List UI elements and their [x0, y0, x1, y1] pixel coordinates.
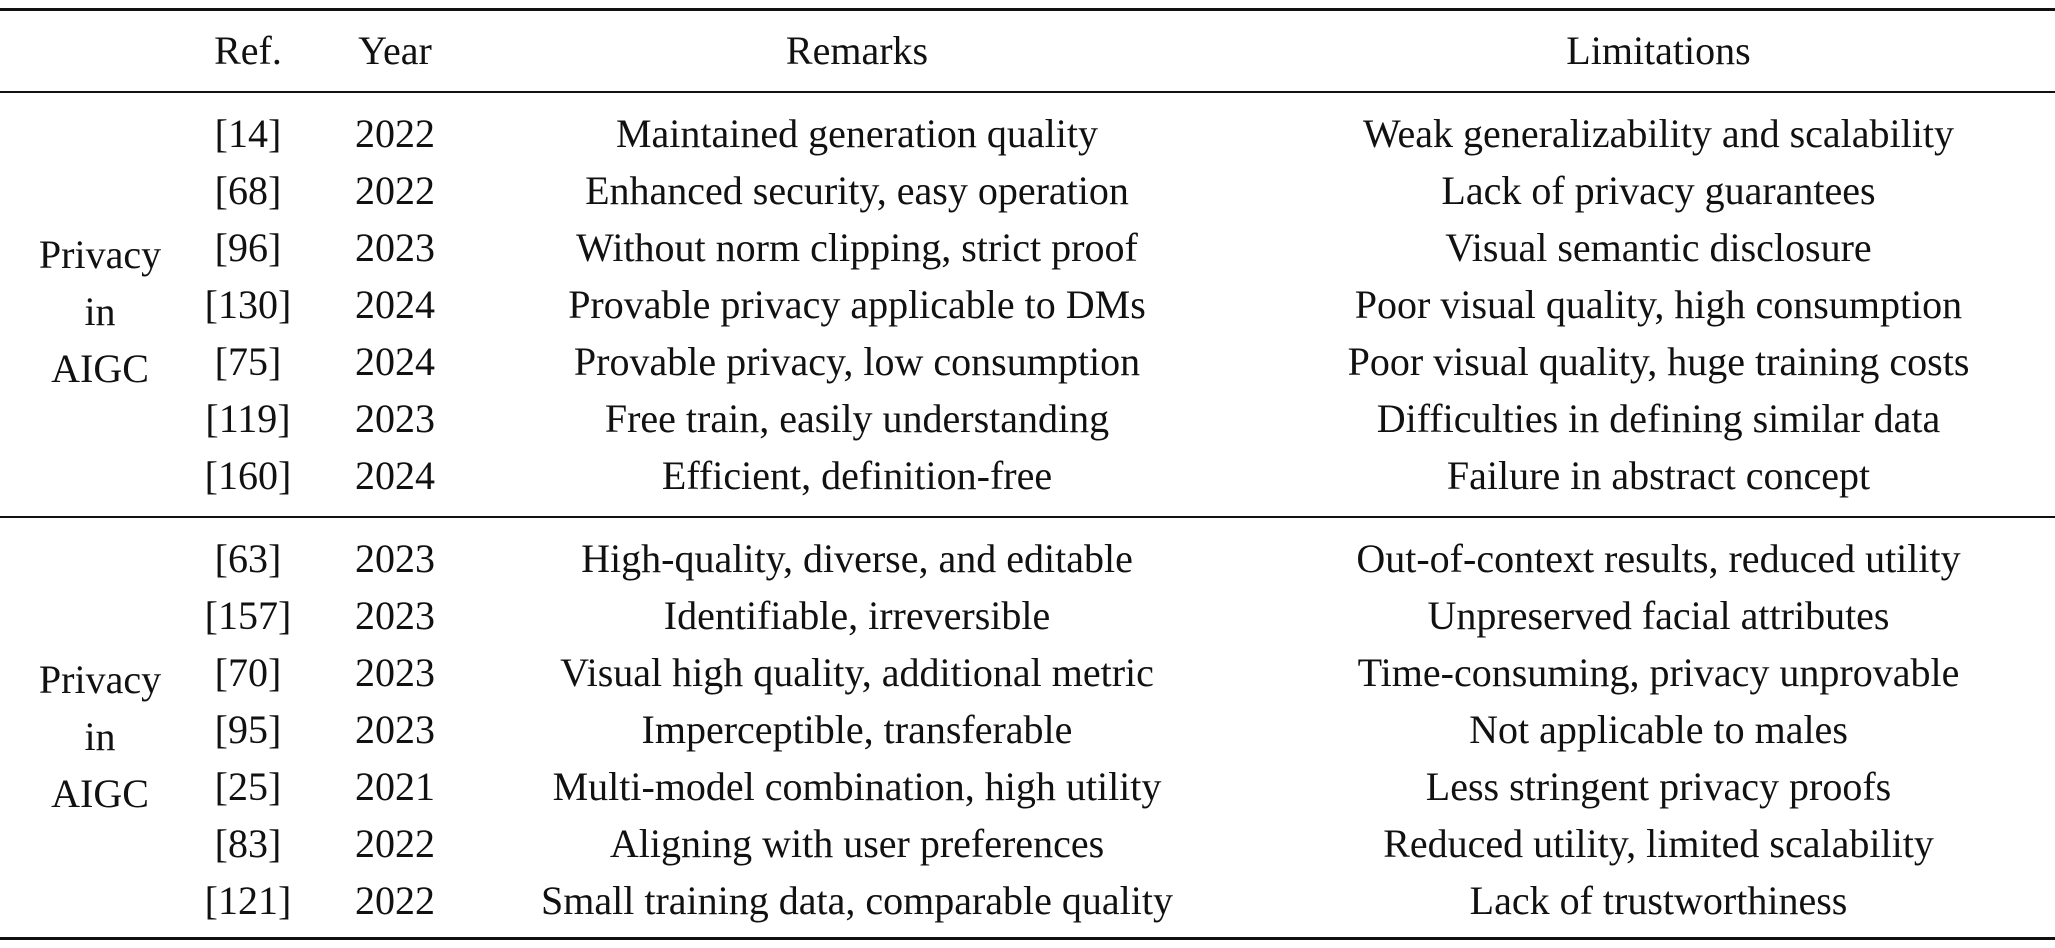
header-year: Year [358, 28, 432, 73]
cell-ref: [121] [204, 878, 292, 923]
group-separator-rule [0, 516, 2055, 518]
cell-year: 2023 [355, 593, 435, 638]
cell-limitations: Not applicable to males [1469, 707, 1848, 752]
cell-limitations: Time-consuming, privacy unprovable [1357, 650, 1960, 695]
cell-ref: [83] [214, 821, 282, 866]
table-row: [70] 2023 Visual high quality, additiona… [0, 645, 2055, 701]
table-row: [96] 2023 Without norm clipping, strict … [0, 220, 2055, 276]
table-row: [83] 2022 Aligning with user preferences… [0, 816, 2055, 872]
cell-remarks: Maintained generation quality [615, 111, 1099, 156]
cell-remarks: Enhanced security, easy operation [585, 168, 1129, 213]
table-row: [130] 2024 Provable privacy applicable t… [0, 277, 2055, 333]
cell-year: 2023 [355, 396, 435, 441]
cell-remarks: Provable privacy, low consumption [573, 339, 1141, 384]
cell-ref: [75] [214, 339, 282, 384]
cell-ref: [70] [214, 650, 282, 695]
cell-year: 2022 [355, 168, 435, 213]
table-row: [68] 2022 Enhanced security, easy operat… [0, 163, 2055, 219]
table-row: [157] 2023 Identifiable, irreversible Un… [0, 588, 2055, 644]
cell-limitations: Visual semantic disclosure [1445, 225, 1872, 270]
table-row: [25] 2021 Multi-model combination, high … [0, 759, 2055, 815]
bottom-rule [0, 937, 2055, 940]
cell-remarks: High-quality, diverse, and editable [581, 536, 1133, 581]
header-limitations: Limitations [1566, 28, 1751, 73]
cell-remarks: Identifiable, irreversible [663, 593, 1051, 638]
cell-limitations: Reduced utility, limited scalability [1383, 821, 1934, 866]
cell-year: 2023 [355, 707, 435, 752]
header-ref: Ref. [214, 28, 282, 73]
cell-limitations: Weak generalizability and scalability [1363, 111, 1954, 156]
cell-remarks: Multi-model combination, high utility [552, 764, 1162, 809]
cell-remarks: Free train, easily understanding [604, 396, 1110, 441]
table-header-row: Ref. Year Remarks Limitations [0, 23, 2055, 79]
cell-remarks: Provable privacy applicable to DMs [568, 282, 1146, 327]
cell-ref: [160] [204, 453, 292, 498]
cell-ref: [14] [214, 111, 282, 156]
cell-year: 2021 [355, 764, 435, 809]
table-row: [160] 2024 Efficient, definition-free Fa… [0, 448, 2055, 504]
cell-remarks: Aligning with user preferences [609, 821, 1105, 866]
table-row: [119] 2023 Free train, easily understand… [0, 391, 2055, 447]
cell-year: 2023 [355, 225, 435, 270]
cell-ref: [119] [205, 396, 291, 441]
cell-limitations: Difficulties in defining similar data [1376, 396, 1941, 441]
top-rule [0, 8, 2055, 11]
cell-limitations: Unpreserved facial attributes [1427, 593, 1890, 638]
header-rule [0, 91, 2055, 93]
cell-remarks: Without norm clipping, strict proof [576, 225, 1138, 270]
cell-ref: [63] [214, 536, 282, 581]
cell-ref: [157] [204, 593, 292, 638]
cell-ref: [130] [204, 282, 292, 327]
cell-year: 2024 [355, 453, 435, 498]
table-row: [63] 2023 High-quality, diverse, and edi… [0, 531, 2055, 587]
table-row: [121] 2022 Small training data, comparab… [0, 873, 2055, 929]
cell-year: 2022 [355, 878, 435, 923]
header-remarks: Remarks [785, 28, 929, 73]
cell-remarks: Imperceptible, transferable [641, 707, 1073, 752]
cell-limitations: Failure in abstract concept [1446, 453, 1871, 498]
cell-limitations: Less stringent privacy proofs [1425, 764, 1892, 809]
cell-year: 2023 [355, 650, 435, 695]
table-row: [14] 2022 Maintained generation quality … [0, 106, 2055, 162]
cell-limitations: Lack of trustworthiness [1469, 878, 1848, 923]
cell-limitations: Out-of-context results, reduced utility [1356, 536, 1961, 581]
cell-remarks: Small training data, comparable quality [540, 878, 1174, 923]
cell-year: 2022 [355, 111, 435, 156]
cell-year: 2022 [355, 821, 435, 866]
cell-ref: [95] [214, 707, 282, 752]
cell-limitations: Poor visual quality, high consumption [1354, 282, 1963, 327]
cell-ref: [96] [214, 225, 282, 270]
cell-limitations: Poor visual quality, huge training costs [1347, 339, 1970, 384]
table-row: [95] 2023 Imperceptible, transferable No… [0, 702, 2055, 758]
cell-year: 2024 [355, 282, 435, 327]
cell-limitations: Lack of privacy guarantees [1441, 168, 1876, 213]
cell-ref: [25] [214, 764, 282, 809]
cell-ref: [68] [214, 168, 282, 213]
cell-remarks: Visual high quality, additional metric [560, 650, 1154, 695]
table-row: [75] 2024 Provable privacy, low consumpt… [0, 334, 2055, 390]
cell-year: 2023 [355, 536, 435, 581]
cell-year: 2024 [355, 339, 435, 384]
cell-remarks: Efficient, definition-free [661, 453, 1053, 498]
